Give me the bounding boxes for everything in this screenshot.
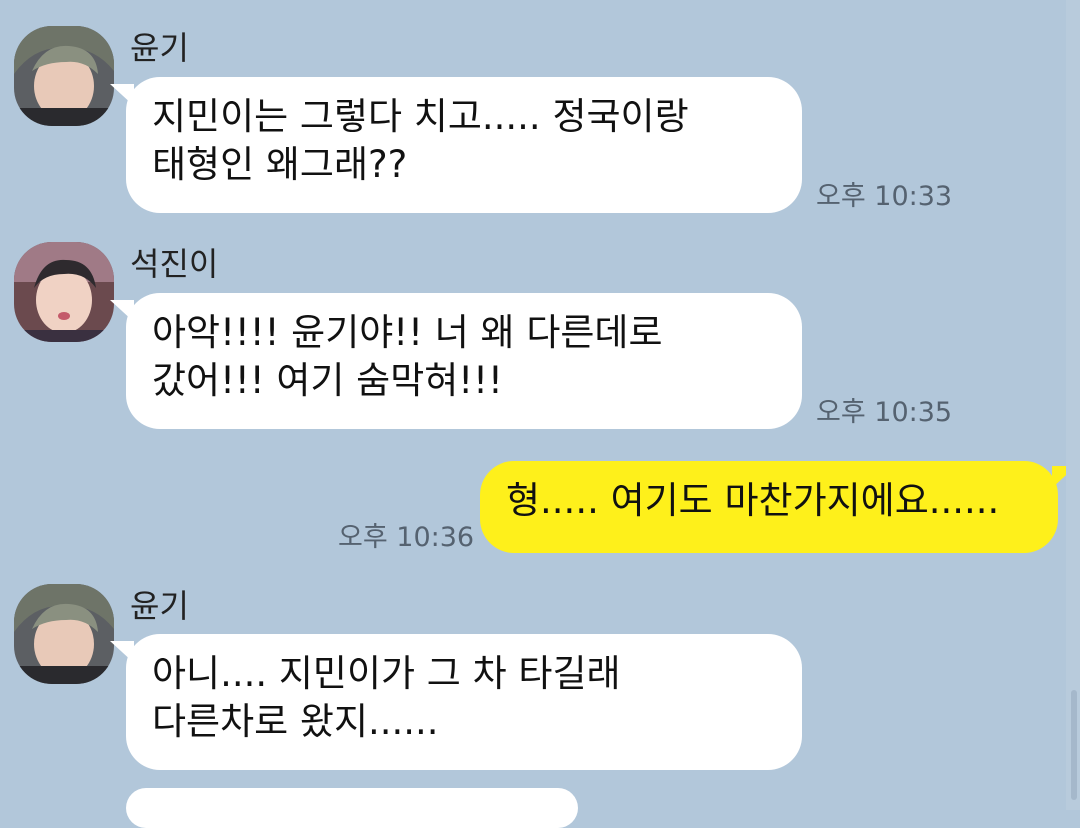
sender-name: 석진이 <box>130 245 219 283</box>
scrollbar-thumb[interactable] <box>1071 690 1077 800</box>
message-text: 지민이는 그렇다 치고..... 정국이랑 <box>152 95 689 138</box>
message-text: 아악!!!! 윤기야!! 너 왜 다른데로 <box>152 311 663 354</box>
avatar-seokjin[interactable] <box>14 242 114 342</box>
message-bubble[interactable]: 아니.... 지민이가 그 차 타길래 다른차로 왔지...... <box>126 634 802 770</box>
message-bubble[interactable]: 지민이는 그렇다 치고..... 정국이랑 태형인 왜그래?? <box>126 77 802 213</box>
scrollbar-track[interactable] <box>1066 0 1080 810</box>
message-text: 태형인 왜그래?? <box>152 143 408 186</box>
message-text: 형..... 여기도 마찬가지에요...... <box>506 479 1000 522</box>
sender-name: 윤기 <box>130 587 189 625</box>
message-bubble[interactable]: 아악!!!! 윤기야!! 너 왜 다른데로 갔어!!! 여기 숨막혀!!! <box>126 293 802 429</box>
message-text: 다른차로 왔지...... <box>152 700 439 743</box>
avatar-yoongi[interactable] <box>14 26 114 126</box>
message-timestamp: 오후 10:35 <box>816 397 953 428</box>
message-text: 아니.... 지민이가 그 차 타길래 <box>152 652 621 695</box>
message-text: 갔어!!! 여기 숨막혀!!! <box>152 359 503 402</box>
message-timestamp: 오후 10:36 <box>338 522 475 553</box>
avatar-yoongi[interactable] <box>14 584 114 684</box>
sender-name: 윤기 <box>130 29 189 67</box>
message-timestamp: 오후 10:33 <box>816 181 953 212</box>
message-bubble-partial[interactable] <box>126 788 578 828</box>
outgoing-message-bubble[interactable]: 형..... 여기도 마찬가지에요...... <box>480 461 1058 553</box>
